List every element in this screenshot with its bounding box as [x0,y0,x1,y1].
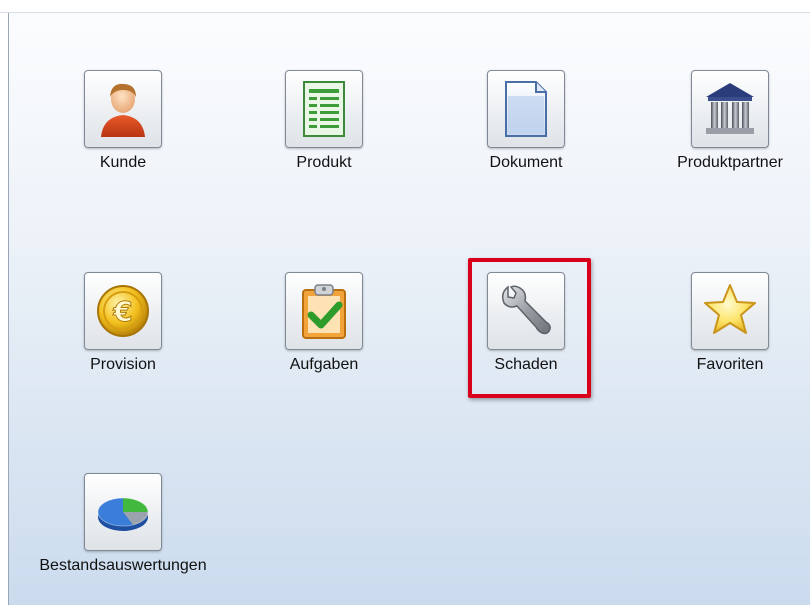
menu-label-produkt: Produkt [296,154,352,171]
menu-tile-schaden[interactable]: Schaden [436,272,616,382]
menu-label-dokument: Dokument [489,154,563,171]
star-icon [691,272,769,350]
menu-label-schaden: Schaden [494,356,558,373]
menu-label-aufgaben: Aufgaben [289,356,359,373]
menu-tile-produktpartner[interactable]: Produktpartner [640,70,810,180]
menu-tile-kunde[interactable]: Kunde [33,70,213,180]
menu-tile-favoriten[interactable]: Favoriten [640,272,810,382]
menu-label-bestandsauswertungen: Bestandsauswertungen [39,557,207,574]
menu-label-favoriten: Favoriten [696,356,764,373]
person-icon [84,70,162,148]
blank-document-icon [487,70,565,148]
menu-tile-produkt[interactable]: Produkt [234,70,414,180]
menu-label-provision: Provision [90,356,156,373]
menu-tile-provision[interactable]: € Provision [33,272,213,382]
svg-text:€: € [112,295,132,328]
menu-tile-dokument[interactable]: Dokument [436,70,616,180]
menu-label-produktpartner: Produktpartner [677,154,783,171]
document-list-icon [285,70,363,148]
menu-tile-bestandsauswertungen[interactable]: Bestandsauswertungen [33,473,213,583]
clipboard-check-icon [285,272,363,350]
top-bar [0,0,810,13]
euro-coin-icon: € [84,272,162,350]
wrench-icon [487,272,565,350]
menu-label-kunde: Kunde [99,154,147,171]
pie-chart-icon [84,473,162,551]
menu-tile-aufgaben[interactable]: Aufgaben [234,272,414,382]
institution-building-icon [691,70,769,148]
